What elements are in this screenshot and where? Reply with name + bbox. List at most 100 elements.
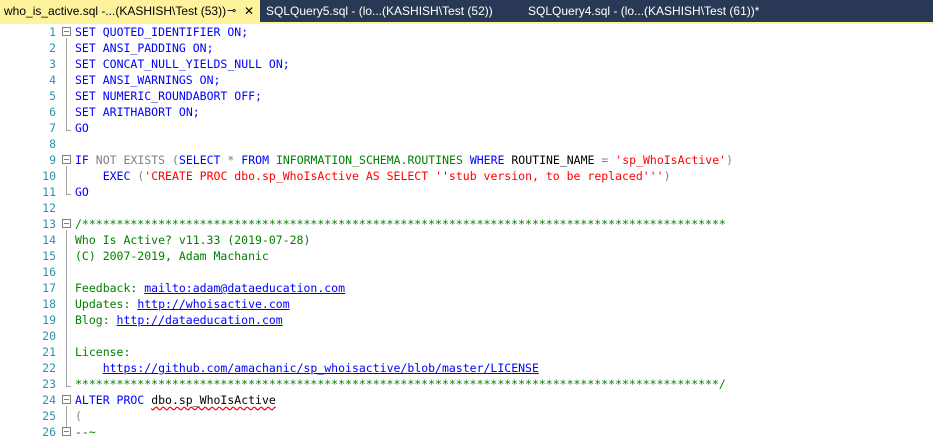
tab-label: SQLQuery4.sql - (lo...(KASHISH\Test (61)… bbox=[528, 4, 760, 18]
operator: NOT bbox=[95, 153, 117, 167]
comment: (C) 2007-2019, Adam Machanic bbox=[75, 249, 269, 263]
comment: ****************************************… bbox=[75, 377, 726, 391]
close-icon[interactable]: ✕ bbox=[244, 0, 254, 22]
code-line: 6 SET ARITHABORT ON; bbox=[0, 104, 933, 120]
keyword: SET bbox=[75, 105, 96, 119]
collapse-icon[interactable] bbox=[62, 27, 71, 36]
line-number: 15 bbox=[42, 249, 56, 263]
code-line: 19 Blog: http://dataeducation.com bbox=[0, 312, 933, 328]
keyword: ANSI_WARNINGS bbox=[102, 73, 193, 87]
comment: Blog: bbox=[75, 313, 117, 327]
keyword: ON; bbox=[192, 41, 214, 55]
comment: --~ bbox=[75, 425, 96, 439]
code-line: 7 GO bbox=[0, 120, 933, 136]
tab-label: who_is_active.sql -...(KASHISH\Test (53)… bbox=[4, 4, 227, 18]
code-line: 14 Who Is Active? v11.33 (2019-07-28) bbox=[0, 232, 933, 248]
line-number: 5 bbox=[49, 89, 56, 103]
tab-sqlquery4[interactable]: SQLQuery4.sql - (lo...(KASHISH\Test (61)… bbox=[528, 0, 759, 22]
code-line: 15 (C) 2007-2019, Adam Machanic bbox=[0, 248, 933, 264]
code-line: 3 SET CONCAT_NULL_YIELDS_NULL ON; bbox=[0, 56, 933, 72]
keyword: QUOTED_IDENTIFIER bbox=[102, 25, 221, 39]
comment: License: bbox=[75, 345, 131, 359]
code-line: 26 --~ bbox=[0, 424, 933, 440]
line-number: 4 bbox=[49, 73, 56, 87]
comment: /***************************************… bbox=[75, 217, 726, 231]
code-line: 4 SET ANSI_WARNINGS ON; bbox=[0, 72, 933, 88]
comment: Who Is Active? v11.33 (2019-07-28) bbox=[75, 233, 311, 247]
tab-who-is-active[interactable]: who_is_active.sql -...(KASHISH\Test (53)… bbox=[0, 0, 260, 22]
line-number: 1 bbox=[49, 25, 56, 39]
keyword: FROM bbox=[241, 153, 269, 167]
keyword: WHERE bbox=[469, 153, 505, 167]
code-line: 20 bbox=[0, 328, 933, 344]
code-line: 13 /************************************… bbox=[0, 216, 933, 232]
keyword: NUMERIC_ROUNDABORT bbox=[102, 89, 228, 103]
line-number: 11 bbox=[42, 185, 56, 199]
line-number: 9 bbox=[49, 153, 56, 167]
line-number: 2 bbox=[49, 41, 56, 55]
collapse-icon[interactable] bbox=[62, 155, 71, 164]
line-number: 17 bbox=[42, 281, 56, 295]
line-number: 19 bbox=[42, 313, 56, 327]
keyword: SET bbox=[75, 41, 96, 55]
code-line: 8 bbox=[0, 136, 933, 152]
license-link[interactable]: https://github.com/amachanic/sp_whoisact… bbox=[103, 361, 539, 375]
feedback-link[interactable]: mailto:adam@dataeducation.com bbox=[144, 281, 345, 295]
code-line: 24 ALTER PROC dbo.sp_WhoIsActive bbox=[0, 392, 933, 408]
keyword: IF bbox=[75, 153, 89, 167]
code-line: 23 *************************************… bbox=[0, 376, 933, 392]
code-editor[interactable]: 1 SET QUOTED_IDENTIFIER ON; 2 SET ANSI_P… bbox=[0, 24, 933, 439]
code-line: 10 EXEC ('CREATE PROC dbo.sp_WhoIsActive… bbox=[0, 168, 933, 184]
line-number: 26 bbox=[42, 425, 56, 439]
collapse-icon[interactable] bbox=[62, 427, 71, 436]
comment: Updates: bbox=[75, 297, 138, 311]
updates-link[interactable]: http://whoisactive.com bbox=[137, 297, 289, 311]
line-number: 10 bbox=[42, 169, 56, 183]
keyword: GO bbox=[75, 121, 89, 135]
keyword: ON; bbox=[199, 73, 221, 87]
code-line: 5 SET NUMERIC_ROUNDABORT OFF; bbox=[0, 88, 933, 104]
line-number: 25 bbox=[42, 409, 56, 423]
code-line: 21 License: bbox=[0, 344, 933, 360]
blog-link[interactable]: http://dataeducation.com bbox=[117, 313, 283, 327]
operator: = bbox=[601, 153, 609, 167]
comment: Feedback: bbox=[75, 281, 145, 295]
tab-sqlquery5[interactable]: SQLQuery5.sql - (lo...(KASHISH\Test (52)… bbox=[266, 0, 493, 22]
line-number: 12 bbox=[42, 201, 56, 215]
pin-icon[interactable]: ⊸ bbox=[227, 0, 236, 22]
code-line: 25 ( bbox=[0, 408, 933, 424]
keyword: ON; bbox=[268, 57, 290, 71]
code-line: 2 SET ANSI_PADDING ON; bbox=[0, 40, 933, 56]
keyword: ON; bbox=[178, 105, 200, 119]
code-line: 12 bbox=[0, 200, 933, 216]
line-number: 24 bbox=[42, 393, 56, 407]
line-number: 22 bbox=[42, 361, 56, 375]
operator: * bbox=[227, 153, 235, 167]
collapse-icon[interactable] bbox=[62, 219, 71, 228]
string-literal: 'CREATE PROC dbo.sp_WhoIsActive AS SELEC… bbox=[144, 169, 664, 183]
line-number: 18 bbox=[42, 297, 56, 311]
keyword: ON; bbox=[227, 25, 249, 39]
line-number: 20 bbox=[42, 329, 56, 343]
code-line: 1 SET QUOTED_IDENTIFIER ON; bbox=[0, 24, 933, 40]
line-number: 13 bbox=[42, 217, 56, 231]
keyword: SET bbox=[75, 89, 96, 103]
operator: ) bbox=[726, 153, 733, 167]
keyword: GO bbox=[75, 185, 89, 199]
tab-label: SQLQuery5.sql - (lo...(KASHISH\Test (52)… bbox=[266, 4, 493, 18]
keyword: SET bbox=[75, 73, 96, 87]
keyword: EXEC bbox=[102, 169, 131, 183]
line-number: 7 bbox=[49, 121, 56, 135]
collapse-icon[interactable] bbox=[62, 395, 71, 404]
procedure-name: dbo.sp_WhoIsActive bbox=[151, 393, 276, 407]
keyword: SET bbox=[75, 57, 96, 71]
keyword: SET bbox=[75, 25, 96, 39]
keyword: ANSI_PADDING bbox=[102, 41, 186, 55]
line-number: 16 bbox=[42, 265, 56, 279]
identifier: ROUTINE_NAME bbox=[511, 153, 595, 167]
keyword: ARITHABORT bbox=[102, 105, 172, 119]
operator: ) bbox=[663, 169, 671, 183]
operator: ( bbox=[172, 153, 179, 167]
code-line: 9 IF NOT EXISTS (SELECT * FROM INFORMATI… bbox=[0, 152, 933, 168]
keyword: ALTER PROC bbox=[75, 393, 145, 407]
